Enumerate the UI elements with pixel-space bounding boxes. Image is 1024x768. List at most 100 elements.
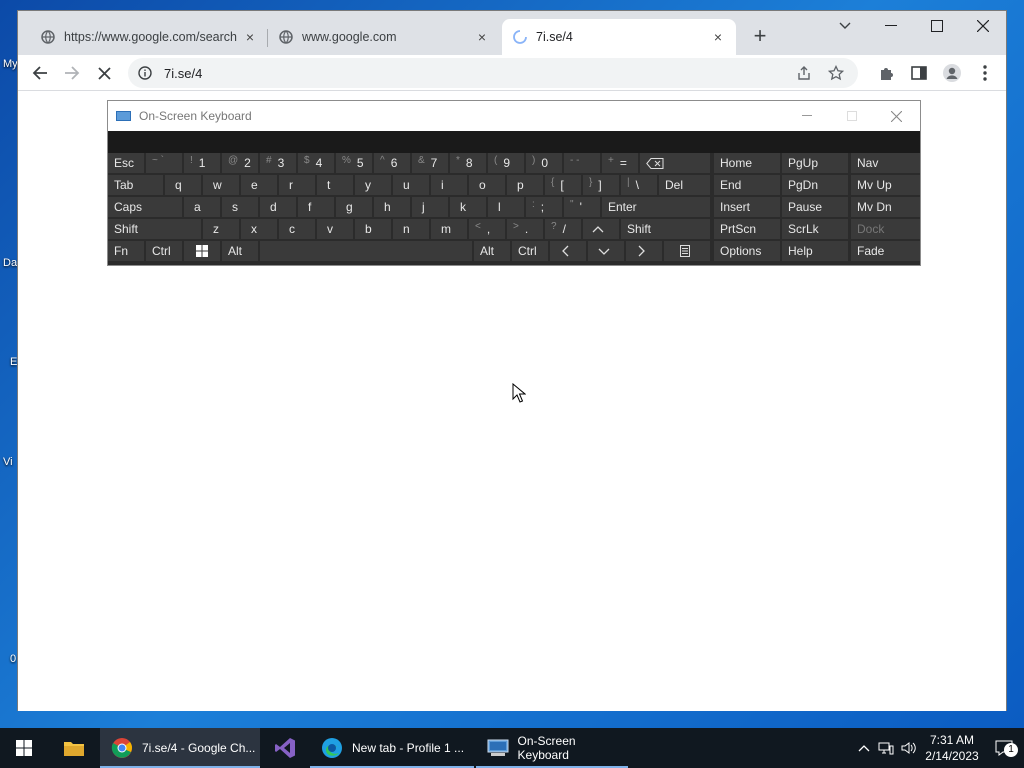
key-j[interactable]: j — [412, 197, 448, 217]
key-nav[interactable]: Nav — [851, 153, 920, 173]
key-h[interactable]: h — [374, 197, 410, 217]
key-7[interactable]: & 7 — [412, 153, 448, 173]
minimize-button[interactable] — [868, 11, 914, 41]
show-hidden-icons-button[interactable] — [854, 744, 874, 752]
key-comma[interactable]: <, — [469, 219, 505, 239]
key-9[interactable]: (9 — [488, 153, 524, 173]
key-equals[interactable]: + = — [602, 153, 638, 173]
key-6[interactable]: ^ 6 — [374, 153, 410, 173]
key-right-bracket[interactable]: }] — [583, 175, 619, 195]
key-del[interactable]: Del — [659, 175, 710, 195]
key-o[interactable]: o — [469, 175, 505, 195]
key-t[interactable]: t — [317, 175, 353, 195]
key-p[interactable]: p — [507, 175, 543, 195]
key-4[interactable]: $4 — [298, 153, 334, 173]
key-fade[interactable]: Fade — [851, 241, 920, 261]
notifications-button[interactable]: 1 — [984, 740, 1024, 757]
tab-google-search[interactable]: https://www.google.com/search × — [30, 19, 268, 55]
clock[interactable]: 7:31 AM 2/14/2023 — [920, 732, 984, 764]
key-alt-left[interactable]: Alt — [222, 241, 258, 261]
key-0[interactable]: ) 0 — [526, 153, 562, 173]
tab-google[interactable]: www.google.com × — [268, 19, 500, 55]
key-tab[interactable]: Tab — [108, 175, 163, 195]
key-right-arrow[interactable] — [626, 241, 662, 261]
key-quote[interactable]: " ' — [564, 197, 600, 217]
taskbar-edge[interactable]: New tab - Profile 1 ... — [310, 728, 474, 768]
key-period[interactable]: >. — [507, 219, 543, 239]
key-dock[interactable]: Dock — [851, 219, 920, 239]
key-alt-right[interactable]: Alt — [474, 241, 510, 261]
share-icon[interactable] — [796, 65, 812, 86]
key-r[interactable]: r — [279, 175, 315, 195]
key-w[interactable]: w — [203, 175, 239, 195]
key-windows[interactable] — [184, 241, 220, 261]
key-enter[interactable]: Enter — [602, 197, 710, 217]
key-n[interactable]: n — [393, 219, 429, 239]
key-move-down[interactable]: Mv Dn — [851, 197, 920, 217]
key-esc[interactable]: Esc — [108, 153, 144, 173]
key-shift-left[interactable]: Shift — [108, 219, 201, 239]
key-3[interactable]: #3 — [260, 153, 296, 173]
back-button[interactable] — [26, 59, 54, 87]
close-tab-icon[interactable]: × — [710, 29, 726, 45]
side-panel-button[interactable] — [905, 59, 933, 87]
forward-button[interactable] — [58, 59, 86, 87]
osk-minimize-button[interactable] — [784, 101, 829, 131]
taskbar-visual-studio[interactable] — [262, 728, 308, 768]
key-options[interactable]: Options — [714, 241, 780, 261]
key-u[interactable]: u — [393, 175, 429, 195]
key-backspace[interactable] — [640, 153, 710, 173]
tab-search-button[interactable] — [822, 11, 868, 41]
maximize-button[interactable] — [914, 11, 960, 41]
key-minus[interactable]: - - — [564, 153, 600, 173]
key-up-arrow[interactable] — [583, 219, 619, 239]
key-move-up[interactable]: Mv Up — [851, 175, 920, 195]
key-help[interactable]: Help — [782, 241, 848, 261]
bookmark-star-icon[interactable] — [827, 64, 845, 86]
key-left-arrow[interactable] — [550, 241, 586, 261]
key-f[interactable]: f — [298, 197, 334, 217]
close-window-button[interactable] — [960, 11, 1006, 41]
key-space[interactable] — [260, 241, 472, 261]
key-s[interactable]: s — [222, 197, 258, 217]
key-e[interactable]: e — [241, 175, 277, 195]
key-shift-right[interactable]: Shift — [621, 219, 710, 239]
key-l[interactable]: l — [488, 197, 524, 217]
close-tab-icon[interactable]: × — [474, 29, 490, 45]
close-tab-icon[interactable]: × — [242, 29, 258, 45]
key-x[interactable]: x — [241, 219, 277, 239]
menu-button[interactable] — [971, 59, 999, 87]
key-pgup[interactable]: PgUp — [782, 153, 848, 173]
key-c[interactable]: c — [279, 219, 315, 239]
volume-icon[interactable] — [898, 741, 920, 755]
osk-close-button[interactable] — [874, 101, 919, 131]
key-y[interactable]: y — [355, 175, 391, 195]
key-v[interactable]: v — [317, 219, 353, 239]
key-down-arrow[interactable] — [588, 241, 624, 261]
taskbar-on-screen-keyboard[interactable]: On-Screen Keyboard — [476, 728, 628, 768]
stop-loading-button[interactable] — [90, 59, 118, 87]
key-m[interactable]: m — [431, 219, 467, 239]
key-backslash[interactable]: | \ — [621, 175, 657, 195]
address-bar[interactable]: 7i.se/4 — [128, 58, 858, 88]
key-left-bracket[interactable]: {[ — [545, 175, 581, 195]
key-fn[interactable]: Fn — [108, 241, 144, 261]
new-tab-button[interactable]: + — [748, 25, 772, 49]
key-q[interactable]: q — [165, 175, 201, 195]
key-slash[interactable]: ? / — [545, 219, 581, 239]
key-home[interactable]: Home — [714, 153, 780, 173]
key-i[interactable]: i — [431, 175, 467, 195]
key-ctrl-right[interactable]: Ctrl — [512, 241, 548, 261]
key-menu[interactable] — [664, 241, 710, 261]
key-z[interactable]: z — [203, 219, 239, 239]
key-pause[interactable]: Pause — [782, 197, 848, 217]
key-k[interactable]: k — [450, 197, 486, 217]
key-2[interactable]: @2 — [222, 153, 258, 173]
key-backtick[interactable]: ~ ` — [146, 153, 182, 173]
start-button[interactable] — [0, 728, 48, 768]
key-scrlk[interactable]: ScrLk — [782, 219, 848, 239]
osk-maximize-button[interactable] — [829, 101, 874, 131]
tab-7i-se[interactable]: 7i.se/4 × — [502, 19, 736, 55]
taskbar-chrome[interactable]: 7i.se/4 - Google Ch... — [100, 728, 260, 768]
file-explorer-button[interactable] — [50, 728, 98, 768]
